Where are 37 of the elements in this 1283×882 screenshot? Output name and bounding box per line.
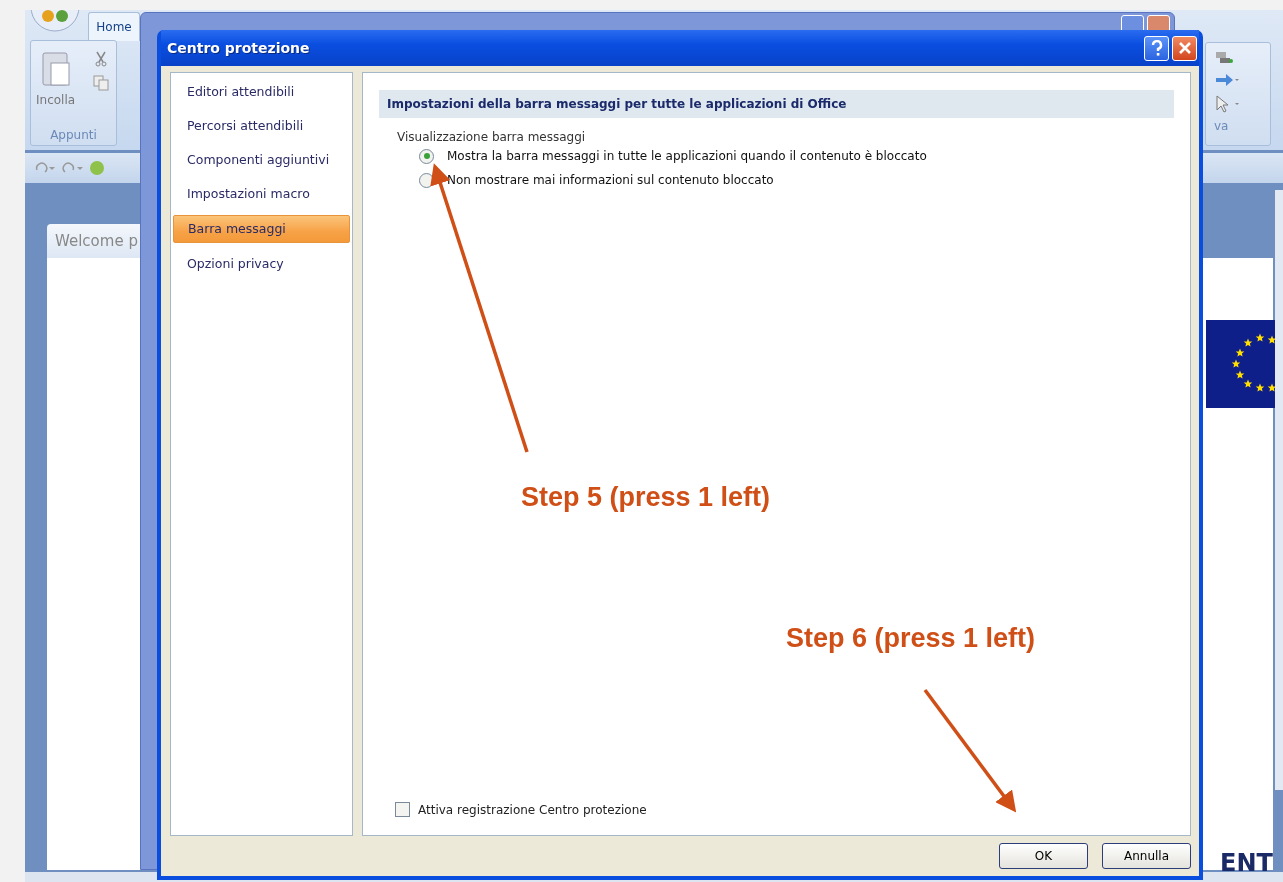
nav-item[interactable]: Opzioni privacy (173, 251, 350, 277)
annotation-text: Step 5 (press 1 left) (521, 482, 771, 513)
undo-icon (33, 161, 55, 175)
scissors-icon (93, 51, 109, 67)
cancel-button[interactable]: Annulla (1102, 843, 1191, 869)
cursor-icon (1214, 95, 1240, 113)
annotation-text: Step 6 (press 1 left) (786, 623, 1036, 654)
heading-text: ENT (1220, 850, 1273, 876)
nav-item[interactable]: Editori attendibili (173, 79, 350, 105)
radio-button[interactable] (419, 148, 434, 164)
close-icon (1177, 41, 1192, 55)
nav-item[interactable]: Impostazioni macro (173, 181, 350, 207)
section-header: Impostazioni della barra messaggi per tutte le applicazioni di Office (379, 90, 1174, 118)
radio-label: Mostra la barra messaggi in tutte le applicazioni quando il contenuto è bloccato (447, 149, 927, 163)
redo-icon (61, 161, 83, 175)
radio-label: Non mostrare mai informazioni sul contenuto bloccato (447, 173, 774, 187)
close-button[interactable] (1172, 35, 1197, 61)
help-icon (1149, 40, 1164, 56)
help-button[interactable] (1144, 35, 1169, 61)
arrow-icon (1214, 73, 1240, 87)
checkbox[interactable] (395, 802, 410, 817)
group-label: Visualizzazione barra messaggi (397, 130, 587, 144)
nav-item[interactable]: Percorsi attendibili (173, 113, 350, 139)
checkbox-label: Attiva registrazione Centro protezione (418, 802, 647, 817)
window-title: Centro protezione (167, 40, 310, 56)
ball-icon (89, 160, 105, 176)
nav-item[interactable]: Barra messaggi (173, 215, 350, 243)
ok-button[interactable]: OK (999, 843, 1088, 869)
ribbon-tab[interactable]: Home (88, 12, 140, 41)
copy-icon (93, 75, 109, 91)
paste-label: Incolla (36, 93, 76, 107)
office-button-icon[interactable] (30, 10, 80, 32)
scrollbar[interactable] (1275, 190, 1283, 790)
group-label: va (1214, 119, 1230, 133)
nav-item[interactable]: Componenti aggiuntivi (173, 147, 350, 173)
group-label: Appunti (49, 128, 98, 142)
clipboard-icon (41, 49, 71, 87)
